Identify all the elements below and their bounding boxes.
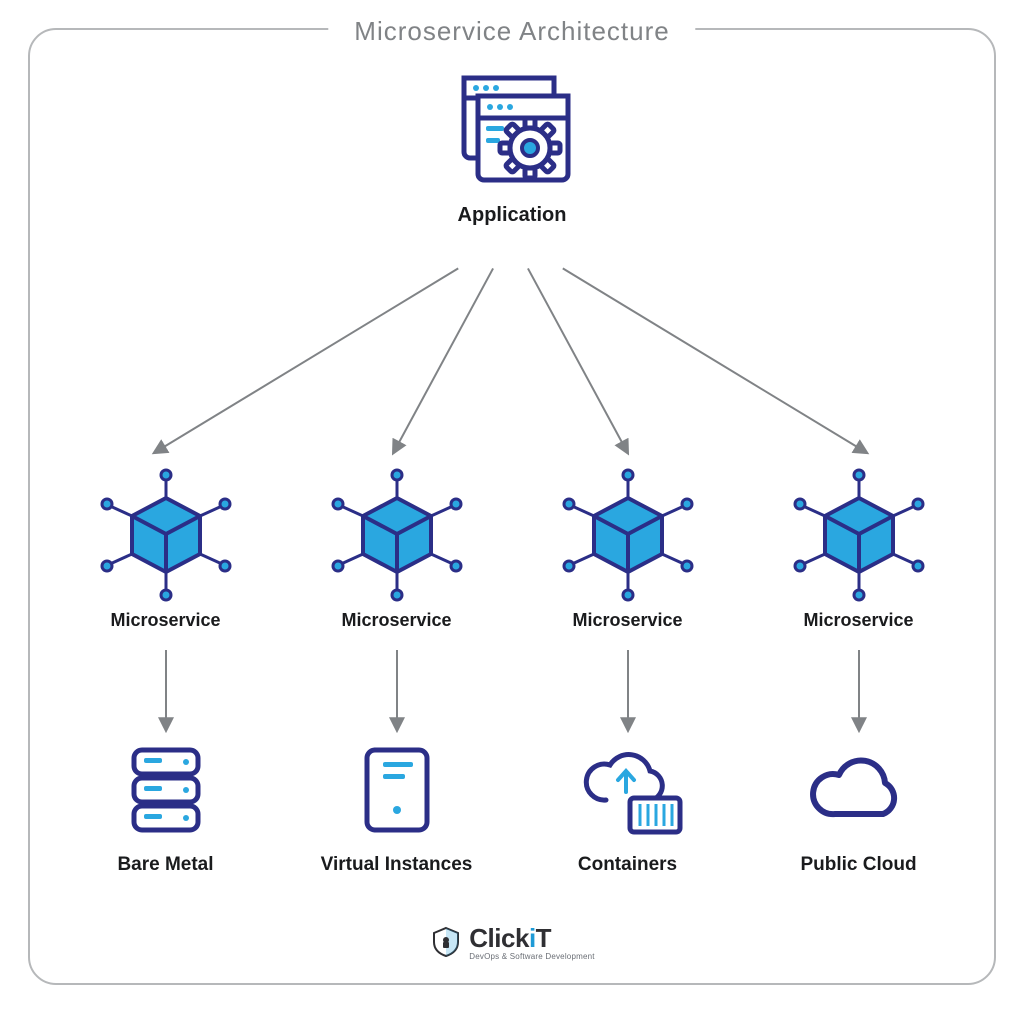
infra-node-containers: Containers — [538, 740, 718, 876]
brand-tagline: DevOps & Software Development — [469, 952, 594, 961]
arrow-down-icon — [161, 650, 171, 740]
microservice-label: Microservice — [572, 610, 682, 631]
brand-accent: i — [529, 923, 536, 953]
infra-row: Bare Metal Virtual Instances — [30, 740, 994, 876]
brand-text: ClickiT DevOps & Software Development — [469, 923, 594, 961]
microservice-node: Microservice — [307, 470, 487, 631]
infra-node-public-cloud: Public Cloud — [769, 740, 949, 876]
application-icon — [452, 70, 572, 190]
vertical-arrows — [30, 650, 994, 740]
cloud-icon — [799, 740, 919, 840]
application-label: Application — [458, 204, 567, 227]
server-stack-icon — [116, 740, 216, 840]
microservice-node: Microservice — [538, 470, 718, 631]
cloud-container-icon — [568, 740, 688, 840]
arrow-down-icon — [392, 650, 402, 740]
infra-label: Containers — [578, 854, 677, 876]
arrow-down-icon — [854, 650, 864, 740]
brand-logo: ClickiT DevOps & Software Development — [30, 923, 994, 961]
infra-label: Virtual Instances — [321, 854, 473, 876]
infra-label: Bare Metal — [117, 854, 213, 876]
microservice-node: Microservice — [76, 470, 256, 631]
infra-node-bare-metal: Bare Metal — [76, 740, 256, 876]
microservice-label: Microservice — [341, 610, 451, 631]
microservice-icon — [96, 470, 236, 600]
fanout-arrows — [30, 268, 994, 468]
diagram-frame: Microservice Architecture — [28, 28, 996, 985]
vm-window-icon — [347, 740, 447, 840]
infra-node-virtual-instances: Virtual Instances — [307, 740, 487, 876]
infra-label: Public Cloud — [800, 854, 916, 876]
microservice-icon — [789, 470, 929, 600]
microservice-row: Microservice Microservice — [30, 470, 994, 631]
brand-suffix: T — [536, 923, 551, 953]
shield-icon — [429, 925, 463, 959]
application-node: Application — [30, 70, 994, 227]
microservice-label: Microservice — [110, 610, 220, 631]
microservice-icon — [558, 470, 698, 600]
microservice-label: Microservice — [803, 610, 913, 631]
microservice-node: Microservice — [769, 470, 949, 631]
microservice-icon — [327, 470, 467, 600]
brand-main: Click — [469, 923, 529, 953]
arrow-down-icon — [623, 650, 633, 740]
diagram-title: Microservice Architecture — [328, 16, 695, 47]
